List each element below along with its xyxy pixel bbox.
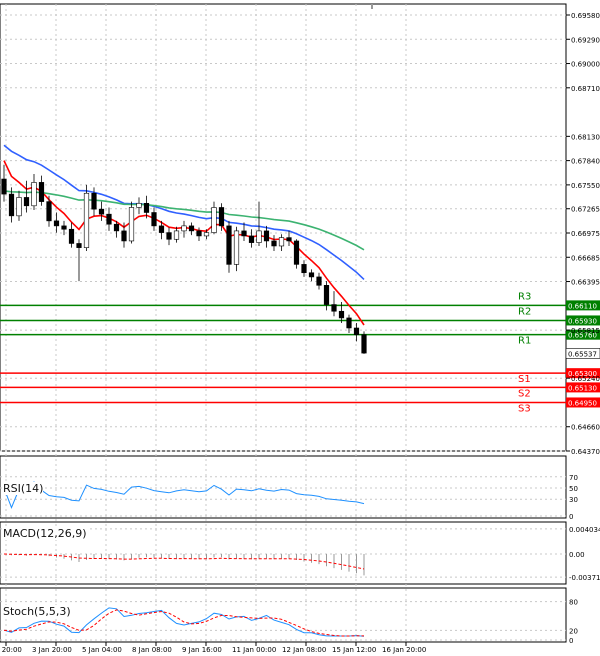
rsi-label: RSI(14) [3,482,44,495]
price-tick-label: 0.66685 [571,254,600,262]
candle [338,310,345,319]
candle [31,182,37,207]
candle [188,225,195,232]
stoch-tick-label: 0 [569,637,573,645]
candle [323,285,330,305]
candle [346,317,352,329]
candle [293,240,300,265]
candle [361,334,367,354]
candle [166,232,172,240]
candle [1,178,7,195]
candle [61,225,67,230]
candle [211,207,217,233]
time-tick-label: 2 Jan 20:00 [0,646,22,654]
price-tick-label: 0.69580 [571,12,600,20]
candle [23,197,30,207]
candle [308,272,315,278]
candle [301,264,307,274]
candle [181,225,187,232]
candle [278,237,285,247]
time-tick-label: 8 Jan 08:00 [132,646,172,654]
candle [128,207,135,242]
price-tick-label: 0.65815 [571,327,600,335]
time-tick-label: 15 Jan 12:00 [332,646,376,654]
candle [226,225,232,265]
current-price-value: 0.65537 [568,350,597,358]
candle [256,230,262,243]
candle [38,182,45,202]
time-tick-label: 11 Jan 00:00 [232,646,276,654]
macd-tick-label: 0.004034 [569,526,600,534]
price-tick-label: 0.67550 [571,182,600,190]
rsi-tick-label: 0 [569,513,573,521]
candle [8,193,15,217]
price-tick-label: 0.67840 [571,158,600,166]
candle [113,223,120,232]
macd-tick-label: -0.003715 [569,574,600,582]
price-tick-label: 0.69290 [571,36,600,44]
candle [53,220,60,227]
candle [248,235,255,243]
stoch-tick-label: 80 [569,599,578,607]
candle [173,230,180,240]
level-name-r1: R1 [518,336,531,347]
rsi-tick-label: 70 [569,474,578,482]
candle [76,243,82,248]
candle [233,230,240,265]
macd-tick-label: 0.00 [569,551,585,559]
candle [271,240,277,247]
stoch-label: Stoch(5,5,3) [3,605,71,618]
candle [121,230,127,242]
candle [98,208,105,215]
price-tick-label: 0.68710 [571,85,600,93]
time-tick-label: 5 Jan 04:00 [82,646,122,654]
candle [316,276,322,286]
candle [218,207,225,227]
chart-canvas[interactable]: 0.66110R30.65930R20.65760R10.65300S10.65… [0,0,600,656]
candle [241,230,247,237]
level-value: 0.64950 [568,399,597,407]
rsi-tick-label: 30 [569,496,578,504]
level-value: 0.65930 [568,317,597,325]
level-value: 0.65130 [568,384,597,392]
candle [151,212,157,227]
candle [143,202,150,213]
price-tick-label: 0.68130 [571,133,600,141]
candle [203,232,210,237]
level-name-s3: S3 [518,403,531,414]
price-tick-label: 0.65240 [571,375,600,383]
candle [286,237,292,242]
candle [158,225,165,233]
price-tick-label: 0.67265 [571,206,600,214]
level-name-r3: R3 [518,291,531,302]
price-tick-label: 0.69000 [571,61,600,69]
price-tick-label: 0.66395 [571,279,600,287]
price-tick-label: 0.66975 [571,230,600,238]
level-name-s2: S2 [518,388,531,399]
macd-label: MACD(12,26,9) [3,527,87,540]
candle [68,228,75,244]
candle [353,327,360,335]
level-value: 0.66110 [568,302,597,310]
time-tick-label: 3 Jan 20:00 [32,646,72,654]
level-name-s1: S1 [518,374,531,385]
candle [106,213,112,225]
candle [46,201,52,222]
candle [91,192,97,210]
candle [263,230,270,242]
candle [136,202,142,208]
level-name-r2: R2 [518,306,531,317]
candle [16,197,22,217]
price-tick-label: 0.64370 [571,448,600,456]
time-tick-label: 12 Jan 08:00 [282,646,326,654]
time-tick-label: 16 Jan 20:00 [382,646,426,654]
rsi-tick-label: 50 [569,485,578,493]
price-tick-label: 0.64660 [571,424,600,432]
time-tick-label: 9 Jan 16:00 [182,646,222,654]
candle [331,304,337,312]
stoch-tick-label: 20 [569,627,578,635]
candle [196,230,202,237]
candle [83,192,90,248]
